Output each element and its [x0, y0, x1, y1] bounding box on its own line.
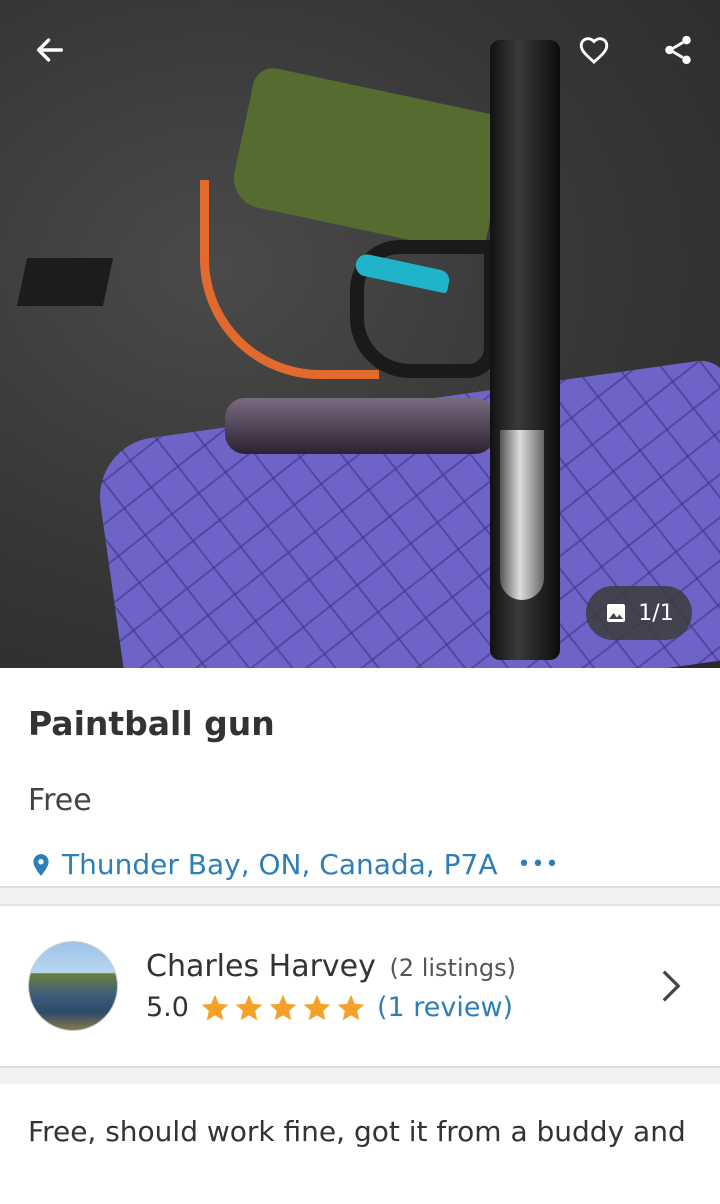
heart-outline-icon — [579, 37, 609, 64]
seller-details: Charles Harvey (2 listings) 5.0 (1 revie… — [146, 949, 516, 1024]
section-divider — [0, 1068, 720, 1084]
section-divider — [0, 888, 720, 904]
listing-info: Paintball gun Free Thunder Bay, ON, Cana… — [0, 668, 720, 888]
seller-name: Charles Harvey — [146, 948, 376, 984]
location-pin-icon — [33, 853, 49, 876]
photo-counter-badge[interactable]: 1/1 — [586, 586, 692, 640]
favorite-button[interactable] — [570, 26, 618, 74]
reviews-link[interactable]: (1 review) — [377, 992, 513, 1023]
star-icon — [201, 994, 229, 1020]
listing-price: Free — [28, 783, 92, 818]
photo-background-shape — [16, 258, 114, 306]
photo-gun-rod — [500, 430, 544, 600]
location-text: Thunder Bay, ON, Canada, P7A — [62, 848, 498, 881]
listing-description: Free, should work fine, got it from a bu… — [28, 1115, 686, 1148]
listing-photo[interactable]: 1/1 — [0, 0, 720, 668]
star-icon — [303, 994, 331, 1020]
rating-stars — [199, 992, 367, 1024]
photo-gun-tank — [225, 398, 495, 454]
share-icon — [665, 35, 691, 65]
seller-avatar[interactable] — [28, 941, 118, 1031]
seller-rating: 5.0 (1 review) — [146, 992, 516, 1024]
listing-title: Paintball gun — [28, 704, 275, 743]
photo-counter-text: 1/1 — [638, 600, 674, 626]
rating-value: 5.0 — [146, 992, 189, 1023]
seller-listings-count: (2 listings) — [389, 953, 516, 982]
star-icon — [337, 994, 365, 1020]
seller-chevron[interactable] — [656, 966, 686, 1006]
chevron-right-icon — [662, 970, 681, 1002]
star-icon — [235, 994, 263, 1020]
back-button[interactable] — [26, 26, 74, 74]
share-button[interactable] — [654, 26, 702, 74]
more-location-icon[interactable]: ••• — [517, 852, 559, 877]
seller-name-line: Charles Harvey (2 listings) — [146, 949, 516, 984]
seller-card[interactable]: Charles Harvey (2 listings) 5.0 (1 revie… — [0, 904, 720, 1068]
arrow-left-icon — [36, 38, 64, 62]
listing-location[interactable]: Thunder Bay, ON, Canada, P7A ••• — [28, 848, 692, 881]
image-icon — [607, 604, 626, 622]
star-icon — [269, 994, 297, 1020]
